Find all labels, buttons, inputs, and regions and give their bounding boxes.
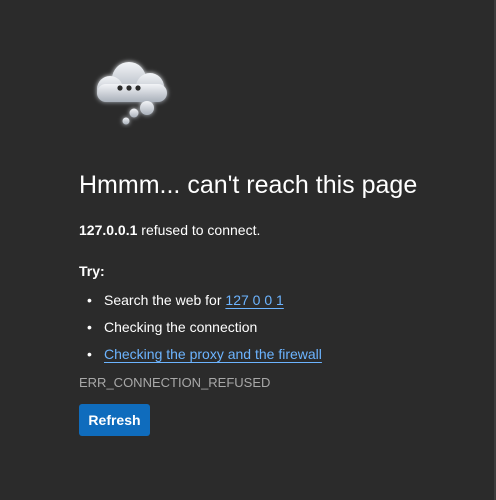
refresh-button[interactable]: Refresh bbox=[79, 404, 150, 436]
bullet: • bbox=[87, 292, 92, 308]
try-heading: Try: bbox=[79, 263, 105, 279]
error-subtitle: 127.0.0.1 refused to connect. bbox=[79, 220, 260, 240]
proxy-firewall-link[interactable]: Checking the proxy and the firewall bbox=[104, 346, 322, 362]
page-title: Hmmm... can't reach this page bbox=[79, 171, 418, 199]
host-address: 127.0.0.1 bbox=[79, 222, 138, 238]
suggestions-list: • Search the web for 127 0 0 1 • Checkin… bbox=[79, 290, 322, 371]
bullet: • bbox=[87, 346, 92, 362]
suggestion-search-web: • Search the web for 127 0 0 1 bbox=[79, 290, 322, 317]
search-web-link[interactable]: 127 0 0 1 bbox=[225, 292, 283, 308]
suggestion-proxy-firewall: • Checking the proxy and the firewall bbox=[79, 344, 322, 371]
suggestion-text: Search the web for bbox=[104, 292, 226, 308]
suggestion-check-connection: • Checking the connection bbox=[79, 317, 322, 344]
bullet: • bbox=[87, 319, 92, 335]
error-code: ERR_CONNECTION_REFUSED bbox=[79, 375, 271, 390]
cloud-thinking-icon bbox=[97, 62, 167, 125]
suggestion-text: Checking the connection bbox=[104, 319, 258, 335]
error-message: refused to connect. bbox=[137, 222, 261, 238]
